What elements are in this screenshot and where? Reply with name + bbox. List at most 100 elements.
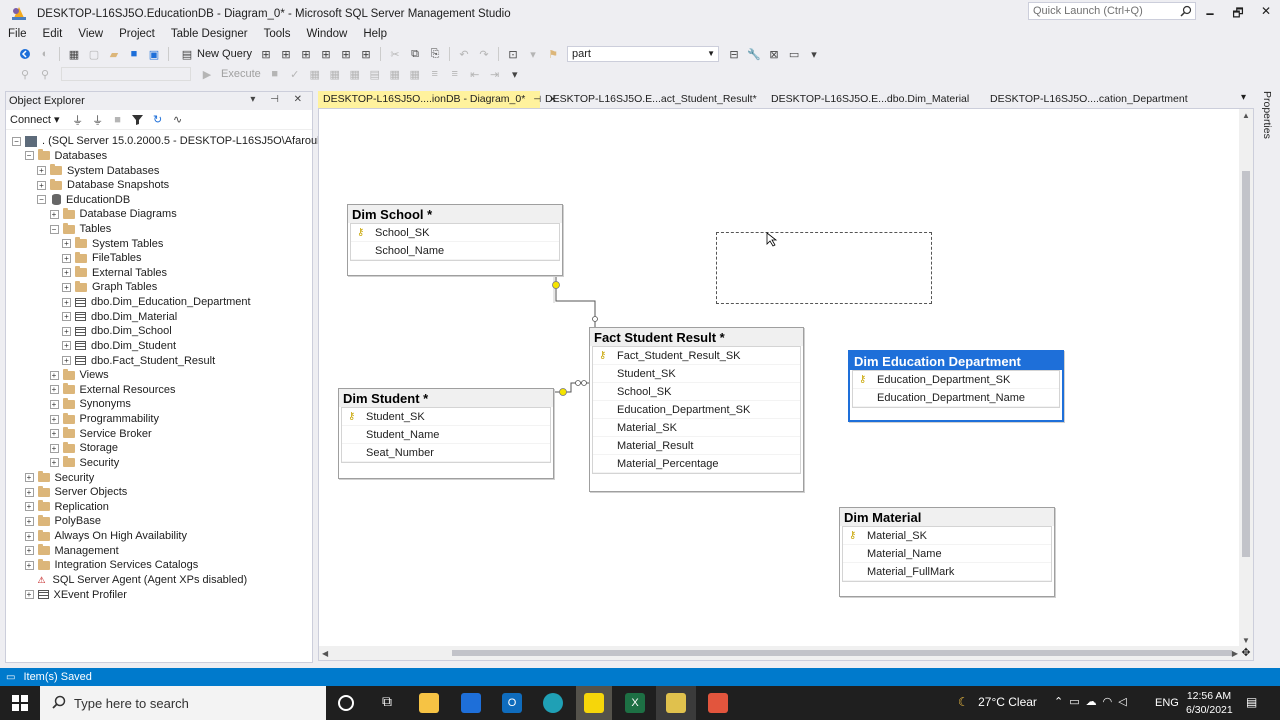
outdent-icon[interactable]: ⇤ (468, 67, 482, 81)
start-button[interactable] (0, 686, 40, 720)
menu-tools[interactable]: Tools (256, 26, 299, 42)
expand-icon[interactable]: + (49, 443, 59, 453)
connect-icon[interactable]: ⚲ (18, 67, 32, 81)
stop-icon[interactable]: ■ (111, 113, 125, 127)
collapse-icon[interactable]: − (37, 195, 46, 205)
column-row[interactable]: Seat_Number (342, 444, 550, 462)
dmx-query-icon[interactable]: ⊞ (279, 47, 293, 61)
expand-icon[interactable]: + (24, 590, 34, 600)
wifi-icon[interactable]: ◠ (1103, 696, 1119, 708)
forward-icon[interactable]: ◐ (38, 47, 52, 61)
expand-icon[interactable]: + (62, 356, 71, 366)
menu-edit[interactable]: Edit (35, 26, 71, 42)
column-row[interactable]: Material_Percentage (593, 455, 800, 473)
tree-node[interactable]: + System Tables (62, 236, 163, 251)
collapse-icon[interactable]: − (24, 151, 34, 161)
tree-node[interactable]: + Views (49, 368, 109, 383)
column-row[interactable]: Student_SK (593, 365, 800, 383)
tree-node[interactable]: + Service Broker (49, 426, 152, 441)
mdx-query-icon[interactable]: ⊞ (259, 47, 273, 61)
toolbox-icon[interactable]: ⊠ (767, 47, 781, 61)
activity-icon[interactable]: ∿ (171, 113, 185, 127)
tree-node[interactable]: + Database Snapshots (37, 178, 169, 193)
table-title[interactable]: Fact Student Result * (590, 328, 803, 346)
dax-query-icon[interactable]: ⊞ (319, 47, 333, 61)
tree-node[interactable]: + dbo.Dim_Student (62, 339, 176, 354)
minimize-button[interactable]: 🗕 (1196, 4, 1224, 22)
menu-window[interactable]: Window (298, 26, 355, 42)
disconnect-icon[interactable]: ⏚ (91, 113, 105, 127)
table-title[interactable]: Dim School * (348, 205, 562, 223)
expand-icon[interactable]: + (49, 370, 59, 380)
expand-icon[interactable]: + (62, 282, 71, 292)
menu-table-designer[interactable]: Table Designer (163, 26, 256, 42)
filter-icon[interactable] (131, 113, 145, 127)
connect-dropdown[interactable]: Connect ▾ (10, 113, 60, 126)
vertical-scrollbar[interactable]: ▲ ▼ (1239, 109, 1253, 647)
change-connection-icon[interactable]: ⚲ (38, 67, 52, 81)
quick-launch-input[interactable]: Quick Launch (Ctrl+Q) (1028, 2, 1196, 20)
execute-icon[interactable]: ▶ (200, 67, 214, 81)
scroll-left-icon[interactable]: ◀ (322, 649, 328, 658)
menu-view[interactable]: View (70, 26, 111, 42)
chevron-up-icon[interactable]: ⌃ (1054, 696, 1069, 708)
screenshot-icon[interactable]: ⊡ (506, 47, 520, 61)
expand-icon[interactable]: + (62, 268, 71, 278)
add-item-icon[interactable]: ▢ (87, 47, 101, 61)
sticky-notes-icon[interactable] (584, 693, 604, 713)
document-tab[interactable]: DESKTOP-L16SJ5O.E...dbo.Dim_Material (766, 91, 985, 108)
tree-node[interactable]: − EducationDB (37, 192, 130, 207)
pan-icon[interactable]: ✥ (1239, 646, 1253, 660)
weather-widget[interactable]: ☾ 27°C Clear (958, 695, 1037, 709)
tree-node[interactable]: + Integration Services Catalogs (24, 558, 198, 573)
expand-icon[interactable]: + (62, 312, 71, 322)
query-options-icon[interactable]: ▦ (328, 67, 342, 81)
save-all-icon[interactable]: ▣ (147, 47, 161, 61)
scroll-right-icon[interactable]: ▶ (1232, 649, 1238, 658)
parse-icon[interactable]: ✓ (288, 67, 302, 81)
column-row[interactable]: ⚷ Student_SK (342, 408, 550, 426)
table-fact-student-result[interactable]: Fact Student Result * ⚷ Fact_Student_Resul… (589, 327, 804, 492)
database-combo[interactable] (61, 67, 191, 81)
column-row[interactable]: Material_FullMark (843, 563, 1051, 581)
refresh-icon[interactable]: ↻ (151, 113, 165, 127)
tab-overflow-icon[interactable]: ▾ (1241, 92, 1246, 103)
toolbar-options-icon[interactable]: ▾ (508, 67, 522, 81)
expand-icon[interactable]: + (62, 253, 71, 263)
stop-icon[interactable]: ■ (268, 67, 282, 81)
scroll-thumb[interactable] (452, 650, 1232, 656)
menu-help[interactable]: Help (355, 26, 395, 42)
column-row[interactable]: Material_Result (593, 437, 800, 455)
taskbar-search-box[interactable]: Type here to search (40, 686, 326, 720)
uncomment-icon[interactable]: ≡ (448, 67, 462, 81)
plan-icon[interactable]: ▦ (308, 67, 322, 81)
document-tab[interactable]: DESKTOP-L16SJ5O....ionDB - Diagram_0* ⊣ ✕ (318, 91, 557, 108)
new-query-button[interactable]: ▤ New Query (177, 47, 252, 61)
column-row[interactable]: Material_Name (843, 545, 1051, 563)
tree-node[interactable]: + Graph Tables (62, 280, 157, 295)
table-dim-material[interactable]: Dim Material ⚷ Material_SK Material_Name Mat… (839, 507, 1055, 597)
scroll-up-icon[interactable]: ▲ (1242, 111, 1250, 120)
tree-node[interactable]: + PolyBase (24, 514, 101, 529)
open-file-icon[interactable]: ▰ (107, 47, 121, 61)
mail-icon[interactable] (461, 693, 481, 713)
properties-side-tab[interactable]: Properties (1257, 91, 1273, 161)
expand-icon[interactable]: + (24, 531, 34, 541)
column-row[interactable]: ⚷ School_SK (351, 224, 559, 242)
execute-button[interactable]: Execute (221, 68, 261, 80)
volume-icon[interactable]: ◁ (1118, 696, 1132, 708)
tree-node[interactable]: + Programmability (49, 412, 159, 427)
copy-icon[interactable]: ⧉ (408, 47, 422, 61)
column-row[interactable]: Material_SK (593, 419, 800, 437)
expand-icon[interactable]: + (49, 399, 59, 409)
cortana-icon[interactable] (338, 695, 354, 711)
results-file-icon[interactable]: ▦ (408, 67, 422, 81)
undo-icon[interactable]: ↶ (457, 47, 471, 61)
properties-wrench-icon[interactable]: 🔧 (747, 47, 761, 61)
excel-icon[interactable]: X (625, 693, 645, 713)
document-tab[interactable]: DESKTOP-L16SJ5O.E...act_Student_Result* (540, 91, 766, 108)
connect-plug-icon[interactable]: ⏚ (71, 113, 85, 127)
tree-node[interactable]: + Always On High Availability (24, 529, 187, 544)
tree-node[interactable]: + Security (49, 456, 119, 471)
tree-node[interactable]: ⚠ SQL Server Agent (Agent XPs disabled) (25, 573, 248, 588)
